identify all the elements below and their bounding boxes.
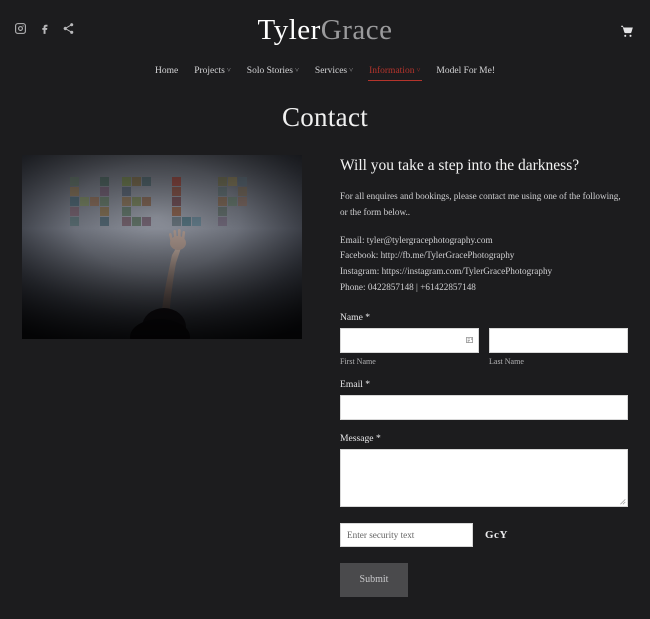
contact-phone-line: Phone: 0422857148 | +61422857148	[340, 282, 476, 293]
first-name-sublabel: First Name	[340, 356, 376, 366]
contact-photo	[22, 155, 302, 339]
main-navigation: Home Projects ˅ Solo Stories ˅ Services ˅ I…	[0, 58, 650, 84]
nav-item-projects[interactable]: Projects ˅	[186, 62, 239, 80]
chevron-down-icon: ˅	[226, 65, 231, 74]
contact-facebook-line: Facebook: http://fb.me/TylerGracePhotogr…	[340, 250, 515, 261]
nav-label: Solo Stories	[246, 65, 293, 76]
message-label: Message *	[340, 432, 381, 444]
nav-label: Model For Me!	[436, 65, 495, 76]
contact-form: Name * First Name Last Name Email * Mess…	[340, 312, 628, 597]
message-textarea-wrap	[340, 448, 628, 507]
name-label: Name *	[340, 311, 371, 323]
contact-column: Will you take a step into the darkness? …	[340, 155, 628, 597]
first-name-input[interactable]	[340, 327, 479, 353]
page-title: Contact	[281, 102, 369, 132]
nav-item-solo-stories[interactable]: Solo Stories ˅	[239, 62, 307, 80]
name-inputs-row: First Name Last Name	[340, 327, 628, 366]
logo-first-word: Tyler	[257, 14, 321, 46]
email-label: Email *	[340, 378, 371, 390]
autofill-contact-card-icon[interactable]	[465, 336, 474, 345]
submit-button[interactable]: Submit	[340, 562, 408, 597]
chevron-down-icon: ˅	[349, 65, 354, 74]
media-column	[22, 155, 302, 597]
nav-label: Services	[314, 65, 348, 76]
first-name-input-wrap	[340, 327, 479, 353]
captcha-code: GcY	[485, 528, 508, 541]
chevron-down-icon: ˅	[294, 65, 299, 74]
message-field-group: Message *	[340, 433, 628, 507]
nav-label: Home	[155, 65, 179, 76]
nav-label: Projects	[194, 65, 225, 76]
nav-item-information[interactable]: Information ˅	[361, 62, 428, 82]
contact-instagram-line: Instagram: https://instagram.com/TylerGr…	[340, 266, 553, 277]
contact-details-list: Email: tyler@tylergracephotography.com F…	[340, 233, 628, 296]
nav-item-model-for-me[interactable]: Model For Me!	[428, 62, 503, 80]
message-textarea[interactable]	[340, 448, 628, 507]
nav-item-home[interactable]: Home	[147, 62, 186, 80]
contact-email-line: Email: tyler@tylergracephotography.com	[340, 234, 493, 245]
security-text-input[interactable]	[340, 522, 473, 547]
intro-paragraph: For all enquires and bookings, please co…	[340, 191, 621, 217]
nav-label: Information	[369, 65, 415, 76]
cart-icon[interactable]	[620, 24, 634, 38]
site-logo[interactable]: TylerGrace	[0, 13, 650, 48]
last-name-input[interactable]	[489, 327, 628, 353]
site-header: TylerGrace	[0, 0, 650, 58]
first-name-cell: First Name	[340, 327, 479, 366]
nav-item-services[interactable]: Services ˅	[307, 62, 361, 80]
section-heading: Will you take a step into the darkness?	[340, 157, 580, 174]
email-input[interactable]	[340, 394, 628, 420]
email-field-group: Email *	[340, 379, 628, 420]
last-name-cell: Last Name	[489, 327, 628, 366]
last-name-sublabel: Last Name	[489, 356, 524, 366]
security-row: GcY	[340, 522, 628, 547]
name-field-group: Name * First Name Last Name	[340, 312, 628, 366]
logo-second-word: Grace	[320, 14, 393, 46]
chevron-down-icon: ˅	[416, 65, 421, 74]
page-content: Will you take a step into the darkness? …	[0, 133, 650, 597]
